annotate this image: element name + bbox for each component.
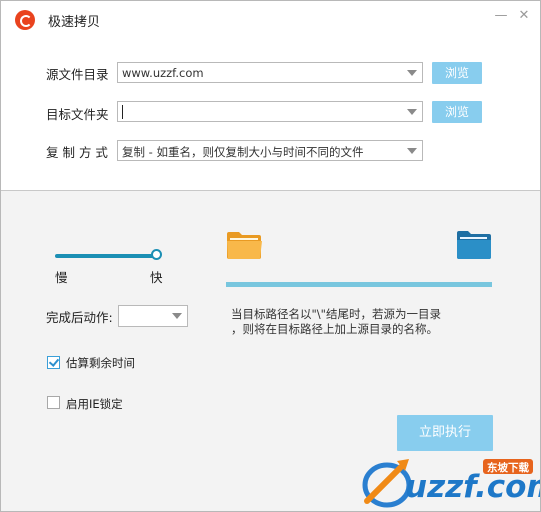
chevron-down-icon: [407, 70, 417, 76]
title-bar[interactable]: 极速拷贝 — ✕: [1, 1, 540, 37]
uzzf-watermark-logo: uzzf.com 东坡下载: [357, 453, 540, 511]
target-browse-button[interactable]: 浏览: [432, 101, 482, 123]
target-dir-label: 目标文件夹: [46, 107, 109, 122]
path-hint-line-2: ，则将在目标路径上加上源目录的名称。: [231, 322, 438, 336]
execute-button[interactable]: 立即执行: [397, 415, 493, 451]
copy-mode-select[interactable]: 复制 - 如重名，则仅复制大小与时间不同的文件: [117, 140, 423, 161]
path-hint-line-1: 当目标路径名以"\"结尾时，若源为一目录: [231, 307, 441, 321]
path-hint-text: 当目标路径名以"\"结尾时，若源为一目录 ，则将在目标路径上加上源目录的名称。: [231, 307, 511, 337]
estimate-time-label[interactable]: 估算剩余时间: [66, 355, 135, 371]
copy-mode-label: 复 制 方 式: [46, 145, 108, 160]
speed-fast-label: 快: [150, 270, 163, 285]
speed-slider-handle[interactable]: [151, 249, 162, 260]
copy-mode-value: 复制 - 如重名，则仅复制大小与时间不同的文件: [122, 145, 364, 159]
folder-open-icon: [226, 230, 264, 261]
svg-text:uzzf.com: uzzf.com: [405, 469, 540, 505]
chevron-down-icon: [407, 109, 417, 115]
app-logo-icon: [15, 10, 35, 30]
minimize-button[interactable]: —: [494, 9, 508, 23]
estimate-time-checkbox[interactable]: [47, 356, 60, 369]
target-dir-combo[interactable]: [117, 101, 423, 122]
folder-blue-icon: [456, 230, 492, 260]
speed-slider-track[interactable]: [55, 254, 159, 258]
window-title: 极速拷贝: [48, 15, 101, 30]
ie-lock-checkbox[interactable]: [47, 396, 60, 409]
chevron-down-icon: [172, 313, 182, 319]
speed-slow-label: 慢: [55, 270, 68, 285]
copy-progress-bar: [226, 282, 492, 287]
chevron-down-icon: [407, 148, 417, 154]
text-cursor: [122, 105, 123, 119]
app-window: 极速拷贝 — ✕ 源文件目录 www.uzzf.com 浏览 目标文件夹 浏览 …: [0, 0, 541, 512]
after-action-select[interactable]: [118, 305, 188, 327]
ie-lock-label[interactable]: 启用IE锁定: [66, 396, 123, 412]
source-browse-button[interactable]: 浏览: [432, 62, 482, 84]
source-dir-value: www.uzzf.com: [122, 66, 204, 80]
close-button[interactable]: ✕: [517, 9, 531, 23]
svg-text:东坡下载: 东坡下载: [487, 461, 529, 474]
source-dir-label: 源文件目录: [46, 67, 109, 82]
source-dir-combo[interactable]: www.uzzf.com: [117, 62, 423, 83]
after-action-label: 完成后动作:: [46, 310, 113, 325]
